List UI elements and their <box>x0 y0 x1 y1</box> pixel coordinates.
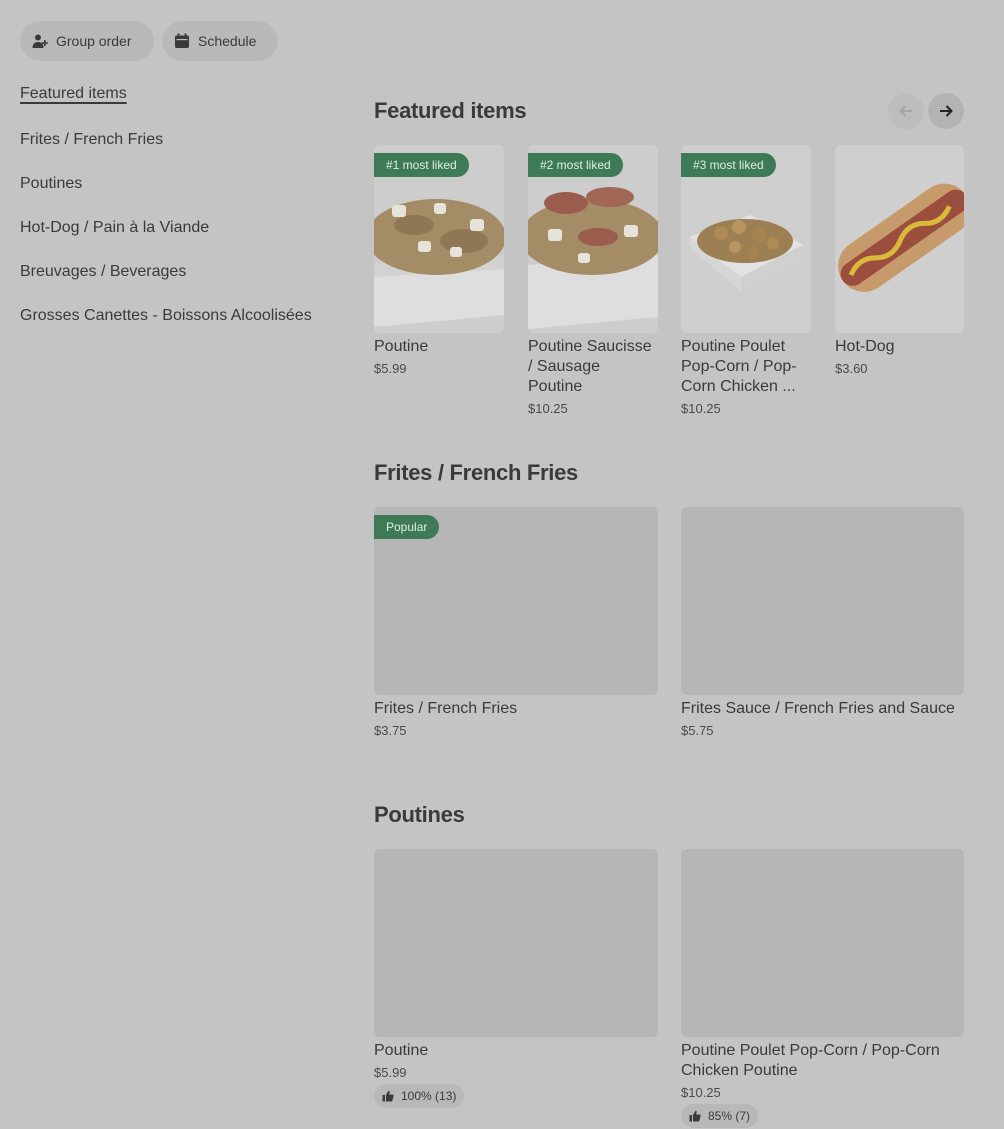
item-price: $3.60 <box>835 361 868 376</box>
rating-badge: 85% (7) <box>681 1104 759 1128</box>
item-name: Frites / French Fries <box>374 700 518 717</box>
sidebar-item-hot-dog[interactable]: Hot-Dog / Pain à la Viande <box>20 219 209 237</box>
menu-item-card[interactable]: Poutine Poulet Pop-Corn / Pop-Corn Chick… <box>681 849 964 1128</box>
item-name: Poutine Poulet Pop-Corn / Pop-Corn Chick… <box>681 338 797 395</box>
item-price: $10.25 <box>681 1085 721 1100</box>
item-price: $10.25 <box>528 401 568 416</box>
hot-dog-image <box>835 145 964 333</box>
item-image-placeholder <box>681 507 964 695</box>
sidebar-item-french-fries[interactable]: Frites / French Fries <box>20 131 163 149</box>
item-price: $10.25 <box>681 401 721 416</box>
item-name: Frites Sauce / French Fries and Sauce <box>681 700 955 717</box>
poutine-image: #1 most liked <box>374 145 504 333</box>
sidebar-item-beverages[interactable]: Breuvages / Beverages <box>20 263 186 281</box>
item-price: $5.99 <box>374 1065 407 1080</box>
sidebar-item-poutines[interactable]: Poutines <box>20 175 82 193</box>
item-price: $3.75 <box>374 723 407 738</box>
menu-item-card[interactable]: Popular Frites / French Fries $3.75 <box>374 507 658 738</box>
badge-popular: Popular <box>374 515 440 539</box>
group-order-label: Group order <box>56 33 132 49</box>
thumbs-up-icon <box>689 1110 701 1122</box>
item-name: Poutine <box>374 1042 429 1059</box>
featured-item-card[interactable]: #3 most liked Poutine Poulet Pop-Corn / … <box>681 145 811 416</box>
rating-text: 85% (7) <box>708 1109 751 1123</box>
featured-item-card[interactable]: #2 most liked Poutine Saucisse / Sausage… <box>528 145 658 416</box>
item-name: Poutine Poulet Pop-Corn / Pop-Corn Chick… <box>681 1042 940 1079</box>
featured-items-heading: Featured items <box>374 98 527 123</box>
badge-most-liked: #2 most liked <box>528 153 623 177</box>
item-price: $5.75 <box>681 723 714 738</box>
arrow-right-icon <box>940 105 953 117</box>
item-name: Poutine <box>374 338 429 355</box>
item-price: $5.99 <box>374 361 407 376</box>
arrow-left-icon <box>899 105 912 117</box>
item-image-placeholder <box>681 849 964 1037</box>
carousel-prev-button[interactable] <box>888 93 924 129</box>
menu-item-card[interactable]: Poutine $5.99 100% (13) <box>374 849 658 1108</box>
badge-most-liked: #1 most liked <box>374 153 469 177</box>
rating-text: 100% (13) <box>401 1089 457 1103</box>
item-image-placeholder <box>374 849 658 1037</box>
french-fries-heading: Frites / French Fries <box>374 460 578 485</box>
add-person-icon <box>32 34 48 48</box>
item-name: Poutine Saucisse / Sausage Poutine <box>528 338 652 395</box>
popcorn-chicken-poutine-image: #3 most liked <box>681 145 811 333</box>
menu-item-card[interactable]: Frites Sauce / French Fries and Sauce $5… <box>681 507 964 738</box>
sausage-poutine-image: #2 most liked <box>528 145 658 333</box>
schedule-label: Schedule <box>198 33 257 49</box>
sidebar-item-featured-items[interactable]: Featured items <box>20 85 127 103</box>
poutines-heading: Poutines <box>374 802 465 827</box>
item-name: Hot-Dog <box>835 338 895 355</box>
featured-item-card[interactable]: #1 most liked Poutine $5.99 <box>374 145 504 376</box>
carousel-next-button[interactable] <box>928 93 964 129</box>
badge-most-liked: #3 most liked <box>681 153 776 177</box>
featured-item-card[interactable]: Hot-Dog $3.60 <box>835 145 964 376</box>
schedule-button[interactable]: Schedule <box>162 21 278 61</box>
thumbs-up-icon <box>382 1090 394 1102</box>
group-order-button[interactable]: Group order <box>20 21 154 61</box>
item-image-placeholder: Popular <box>374 507 658 695</box>
calendar-icon <box>175 33 189 48</box>
rating-badge: 100% (13) <box>374 1084 465 1108</box>
sidebar-item-alcoholic-drinks[interactable]: Grosses Canettes - Boissons Alcoolisées <box>20 307 312 325</box>
